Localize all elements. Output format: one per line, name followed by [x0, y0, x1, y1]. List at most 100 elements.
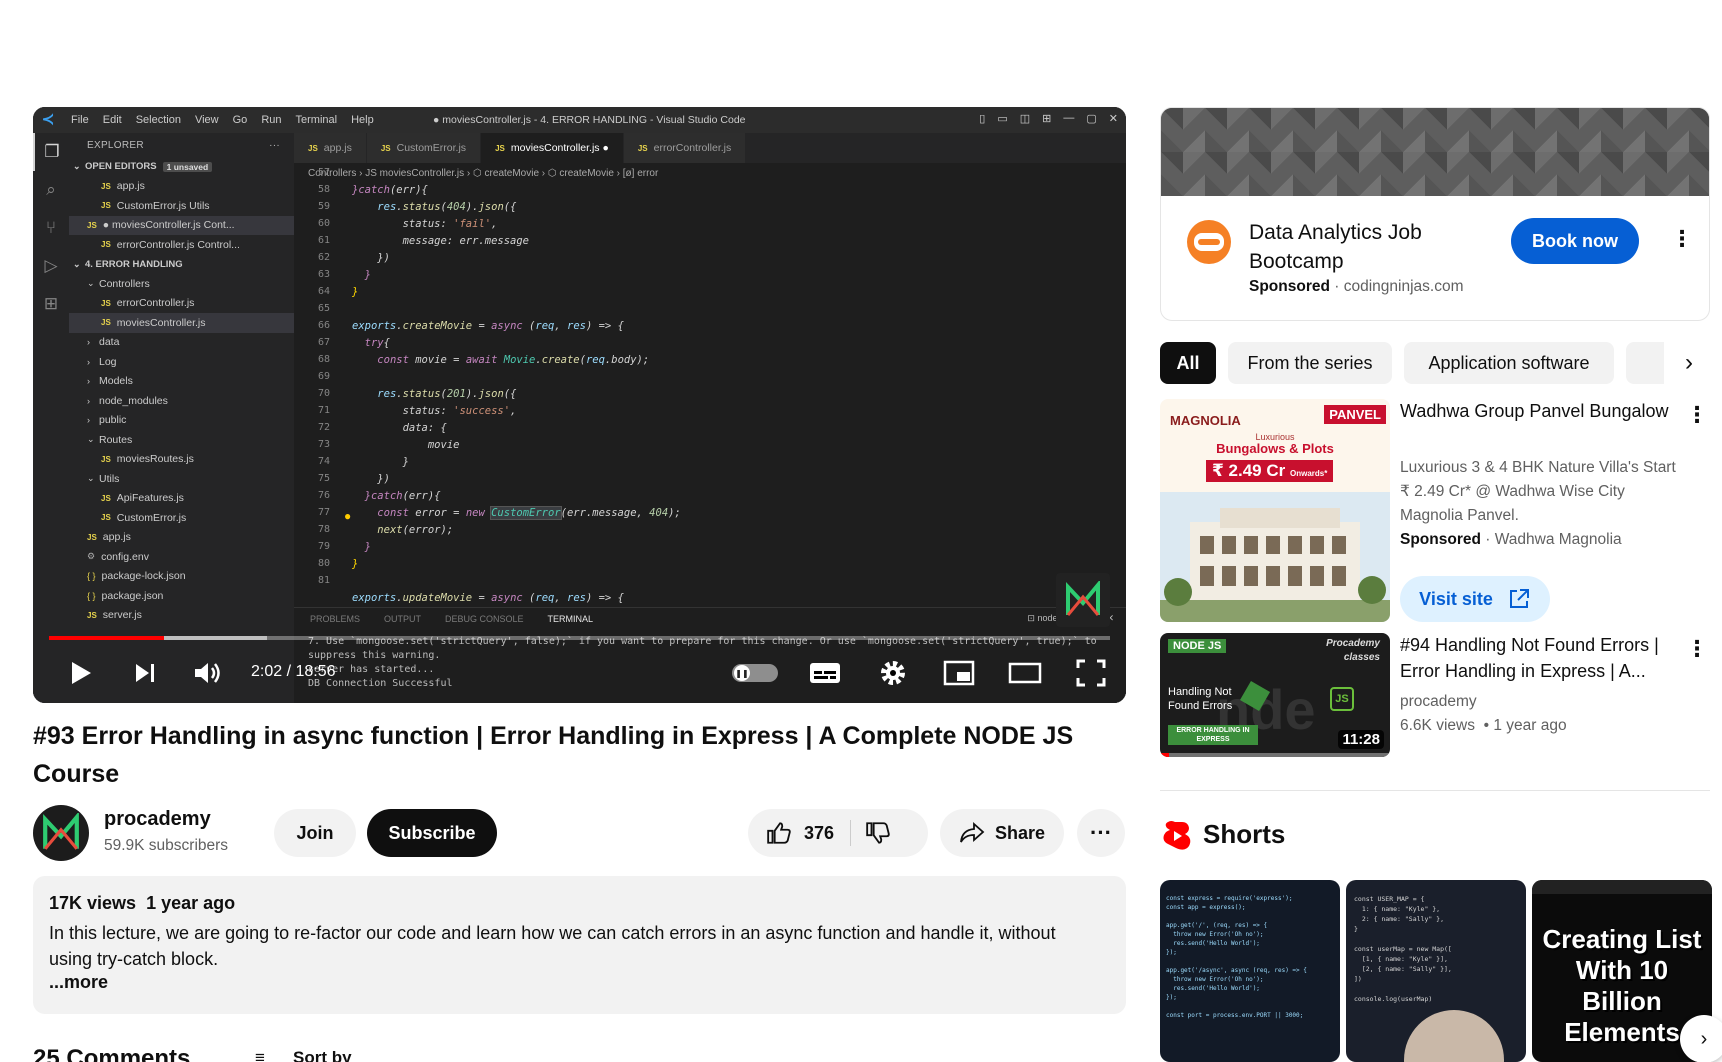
js-file-icon: JS	[101, 493, 111, 503]
rec-thumbnail-94[interactable]: NODE JS Procademy classes nde Handling No…	[1160, 633, 1390, 757]
like-count: 376	[804, 822, 835, 843]
description-meta: 17K views 1 year ago	[49, 893, 1110, 914]
panel-tab: TERMINAL	[547, 613, 594, 624]
share-icon	[960, 821, 985, 843]
book-now-button[interactable]: Book now	[1511, 218, 1639, 264]
sort-by-button[interactable]: ≡ Sort by	[255, 1048, 352, 1062]
rec-sponsored-label: Sponsored	[1400, 531, 1481, 548]
channel-avatar[interactable]	[33, 805, 89, 861]
file-tree-item: JS errorController.js	[69, 294, 294, 314]
extensions-icon: ⊞	[43, 294, 59, 313]
volume-button[interactable]	[187, 653, 227, 693]
editor-tab: JS app.js	[294, 133, 367, 163]
ad-title[interactable]: Data Analytics Job Bootcamp	[1249, 218, 1519, 276]
short-item-2[interactable]: const USER_MAP = { 1: { name: "Kyle" }, …	[1346, 880, 1526, 1062]
share-label: Share	[994, 822, 1046, 843]
js-file-icon: JS	[101, 201, 111, 211]
settings-button[interactable]	[871, 653, 915, 693]
thumb-js-icon: JS	[1330, 687, 1354, 711]
autoplay-switch: ❚❚	[732, 664, 778, 682]
file-tree-item: › Models	[69, 372, 294, 392]
procademy-logo-icon	[43, 813, 79, 850]
file-tree-label: server.js	[102, 609, 142, 622]
show-more-link[interactable]: ...more	[49, 972, 1110, 993]
time-display: 2:02 / 18:56	[251, 663, 336, 680]
dislike-button[interactable]	[863, 820, 891, 846]
open-editors-label: OPEN EDITORS	[85, 161, 157, 173]
chip-from-the-series[interactable]: From the series	[1228, 342, 1392, 384]
file-tree-item: JS CustomError.js Utils	[69, 196, 294, 216]
autoplay-toggle[interactable]: ❚❚	[729, 653, 781, 693]
rec-stats: 6.6K views • 1 year ago	[1400, 717, 1567, 734]
chevron-down-icon: ⌄	[73, 258, 81, 269]
js-file-icon: JS	[101, 513, 111, 523]
line-number: 65	[317, 303, 330, 314]
thumbs-down-icon	[866, 822, 890, 844]
progress-bar[interactable]	[49, 636, 1110, 640]
ad-card[interactable]: Data Analytics Job Bootcamp Sponsored · …	[1160, 107, 1710, 321]
thumb-tag: PANVEL	[1324, 405, 1386, 424]
thumb-node-tag: NODE JS	[1168, 639, 1227, 653]
rec-more-icon[interactable]: ⋮	[1686, 638, 1708, 660]
channel-name[interactable]: procademy	[104, 808, 211, 831]
pause-icon: ❚❚	[734, 665, 750, 681]
file-tree-item: ⌄ 4. ERROR HANDLING	[69, 255, 294, 275]
short-item-1[interactable]: const express = require('express'); cons…	[1160, 880, 1340, 1062]
subtitles-button[interactable]	[803, 653, 847, 693]
join-button[interactable]: Join	[274, 809, 356, 857]
vscode-menu-item: File	[71, 114, 89, 126]
node-label: node	[1037, 613, 1058, 623]
video-title: #93 Error Handling in async function | E…	[33, 722, 1074, 788]
file-tree-label: package.json	[101, 589, 164, 602]
rec-more-icon[interactable]: ⋮	[1686, 404, 1708, 426]
like-dislike-group: 376	[748, 809, 928, 857]
next-button[interactable]	[125, 653, 165, 693]
file-tree-label: 4. ERROR HANDLING	[85, 258, 183, 270]
like-button[interactable]: 376	[766, 820, 834, 846]
file-tree: JS app.js JS CustomError.js Utils JS ● movies…	[69, 177, 294, 626]
chevron-right-icon: ›	[1700, 1027, 1708, 1050]
thumb-brand-procademy: Procademy	[1326, 638, 1380, 649]
subscribe-button[interactable]: Subscribe	[367, 809, 497, 857]
chip-all[interactable]: All	[1160, 342, 1216, 384]
fullscreen-button[interactable]	[1069, 653, 1113, 693]
shorts-heading: Shorts	[1203, 819, 1286, 849]
chevron-down-icon: ⌄	[87, 434, 95, 445]
file-tree-item: ⌄ Routes	[69, 430, 294, 450]
rec-title-94[interactable]: #94 Handling Not Found Errors | Error Ha…	[1400, 632, 1680, 684]
description-box[interactable]: 17K views 1 year ago In this lecture, we …	[33, 876, 1126, 1014]
gear-icon	[881, 661, 905, 685]
rec-sponsor-line: Sponsored · Wadhwa Magnolia	[1400, 531, 1622, 548]
vscode-logo-icon: ≺	[41, 111, 55, 128]
play-button[interactable]	[61, 653, 101, 693]
editor-tab-label: app.js	[323, 142, 352, 154]
share-button[interactable]: Share	[940, 809, 1064, 857]
shorts-next-button[interactable]: ›	[1680, 1015, 1722, 1062]
panel-tab: OUTPUT	[384, 613, 422, 624]
theater-button[interactable]	[1003, 653, 1047, 693]
open-editors-header: ⌄ OPEN EDITORS 1 unsaved	[69, 157, 294, 177]
rec-advertiser: Wadhwa Magnolia	[1494, 531, 1622, 548]
chip-application-software[interactable]: Application software	[1404, 342, 1614, 384]
file-tree-label: app.js	[116, 180, 145, 193]
vscode-titlebar: ≺ File Edit Selection View Go Run Terminal Help…	[33, 107, 1126, 133]
rec-thumbnail-wadhwa[interactable]: MAGNOLIA PANVEL Luxurious Bungalows & Pl…	[1160, 399, 1390, 622]
rec-channel[interactable]: procademy	[1400, 690, 1477, 714]
video-player[interactable]: ≺ File Edit Selection View Go Run Terminal Help…	[33, 107, 1126, 703]
more-actions-button[interactable]: ···	[1077, 809, 1125, 857]
ad-domain: codingninjas.com	[1343, 278, 1464, 295]
duration-badge: 11:28	[1338, 730, 1384, 749]
rec-title-wadhwa[interactable]: Wadhwa Group Panvel Bungalow	[1400, 398, 1680, 424]
short-browser-bar	[1532, 880, 1712, 894]
chevron-right-icon: ›	[87, 356, 90, 367]
description-text: In this lecture, we are going to re-fact…	[49, 923, 1056, 969]
miniplayer-button[interactable]	[937, 653, 981, 693]
chip-partial[interactable]	[1626, 342, 1666, 384]
thumb-price: ₹ 2.49 Cr	[1212, 461, 1286, 480]
ad-more-icon[interactable]: ⋮	[1671, 228, 1693, 250]
chips-next-chevron-icon[interactable]: ›	[1664, 342, 1714, 384]
visit-site-button[interactable]: Visit site	[1400, 576, 1550, 622]
theater-icon	[1008, 662, 1042, 684]
watch-progress-track	[1160, 753, 1390, 757]
building-illustration	[1160, 492, 1390, 622]
